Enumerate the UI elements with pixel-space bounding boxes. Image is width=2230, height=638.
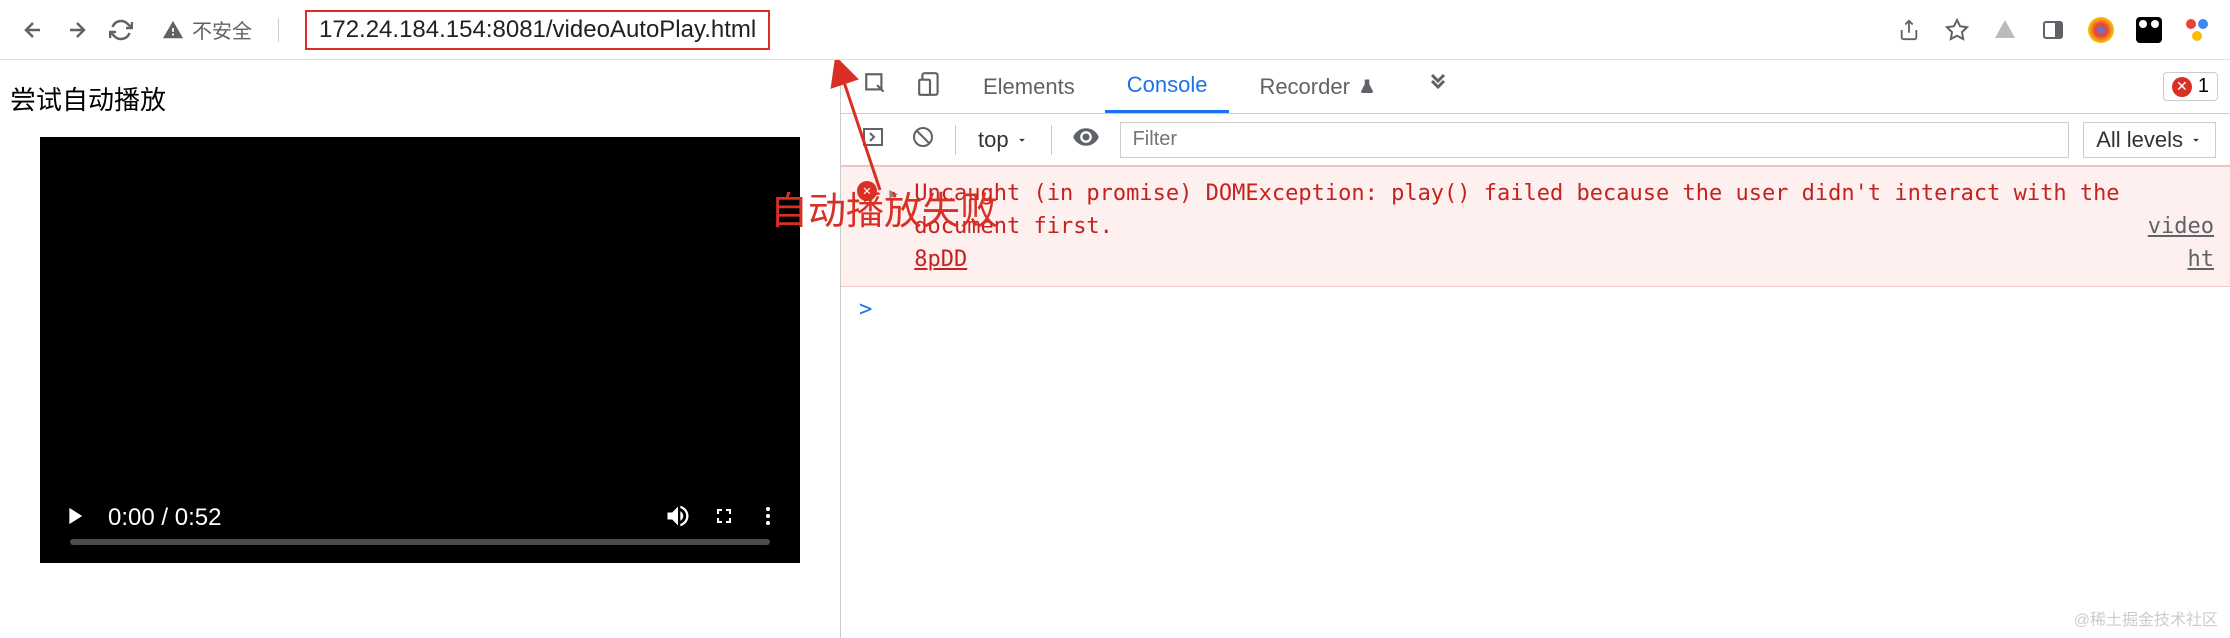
device-icon[interactable] [907,71,953,102]
filter-input[interactable] [1120,122,2070,158]
tab-console[interactable]: Console [1105,60,1230,113]
chevron-down-icon [1015,133,1029,147]
console-prompt[interactable]: > [841,287,2230,332]
address-bar[interactable]: 172.24.184.154:8081/videoAutoPlay.html [305,10,770,50]
tabs-overflow-icon[interactable] [1416,72,1460,101]
clear-console-icon[interactable] [905,125,941,154]
extension-icon-1[interactable] [1992,17,2018,43]
devtools-panel: Elements Console Recorder ✕ 1 t [840,60,2230,638]
warning-icon [162,19,184,41]
console-messages: ✕ ▸ Uncaught (in promise) DOMException: … [841,166,2230,638]
more-icon[interactable] [756,504,780,533]
devtools-tabs: Elements Console Recorder ✕ 1 [841,60,2230,114]
bookmark-icon[interactable] [1944,17,1970,43]
console-filterbar: top All levels [841,114,2230,166]
security-label: 不安全 [192,15,252,44]
forward-button[interactable] [64,17,90,43]
video-player[interactable]: 0:00 / 0:52 [40,137,800,563]
content-area: 尝试自动播放 0:00 / 0:52 [0,60,2230,638]
tab-elements[interactable]: Elements [961,60,1097,113]
annotation-arrow [830,60,910,200]
chevron-down-icon [2189,133,2203,147]
console-error-message[interactable]: ✕ ▸ Uncaught (in promise) DOMException: … [841,166,2230,287]
fullscreen-icon[interactable] [712,504,736,533]
watermark: @稀土掘金技术社区 [2074,606,2218,630]
source-link[interactable]: video [2148,210,2214,243]
url-text: 172.24.184.154:8081/videoAutoPlay.html [319,16,756,43]
error-count: 1 [2198,75,2209,98]
video-controls: 0:00 / 0:52 [40,473,800,563]
video-progress[interactable] [70,539,770,545]
context-selector[interactable]: top [970,127,1037,153]
error-badge-icon: ✕ [2172,77,2192,97]
flask-icon [1358,78,1376,96]
extension-icon-3[interactable] [2136,17,2162,43]
security-indicator[interactable]: 不安全 [162,15,252,44]
live-expression-icon[interactable] [1066,123,1106,156]
page-viewport: 尝试自动播放 0:00 / 0:52 [0,60,840,638]
share-icon[interactable] [1896,17,1922,43]
video-time: 0:00 / 0:52 [108,504,221,532]
page-title: 尝试自动播放 [10,80,830,117]
error-text: Uncaught (in promise) DOMException: play… [914,177,2214,276]
volume-icon[interactable] [664,502,692,535]
extension-icon-4[interactable] [2184,17,2210,43]
reload-button[interactable] [108,17,134,43]
back-button[interactable] [20,17,46,43]
play-icon[interactable] [60,502,88,535]
tab-recorder[interactable]: Recorder [1237,60,1397,113]
annotation-text: 自动播放失败 [770,180,998,235]
browser-toolbar: 不安全 172.24.184.154:8081/videoAutoPlay.ht… [0,0,2230,60]
log-levels-selector[interactable]: All levels [2083,122,2216,158]
toolbar-actions [1896,17,2210,43]
divider [278,18,279,42]
error-code-link[interactable]: 8pDD [914,247,967,272]
error-count-badge[interactable]: ✕ 1 [2163,72,2218,101]
help-link[interactable]: ht [2188,243,2215,276]
reader-icon[interactable] [2040,17,2066,43]
extension-icon-2[interactable] [2088,17,2114,43]
